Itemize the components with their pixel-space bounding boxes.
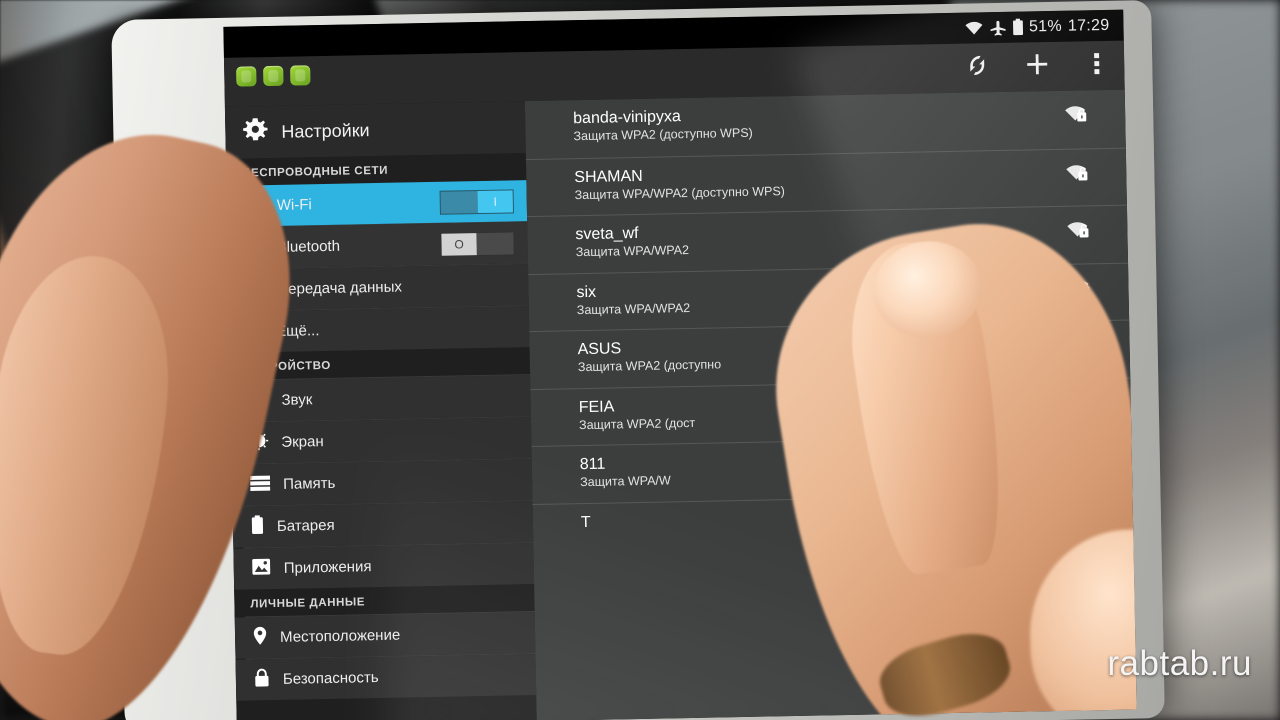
tablet-device: 51% 17:29 Настройки БЕСПРОВОДНЫЕ СЕТИ Wi…: [111, 0, 1165, 720]
wifi-lock-icon: [1067, 333, 1094, 360]
bluetooth-toggle-knob: O: [441, 232, 477, 256]
wifi-lock-icon: [1063, 102, 1090, 129]
app-icon: [290, 65, 311, 86]
more-vertical-icon: [1094, 51, 1101, 80]
status-bar-clock: 17:29: [1067, 16, 1110, 35]
sound-icon: [248, 390, 268, 411]
bluetooth-toggle[interactable]: O: [440, 230, 515, 257]
battery-icon: [1012, 18, 1023, 36]
sidebar-item-location[interactable]: Местоположение: [234, 612, 536, 659]
notification-app-icons: [236, 65, 311, 87]
wps-icon: [965, 53, 990, 82]
display-icon: [249, 431, 269, 454]
settings-content: Настройки БЕСПРОВОДНЫЕ СЕТИ Wi-Fi I Blue…: [224, 89, 1137, 720]
lock-icon: [254, 668, 270, 691]
sidebar-item-security[interactable]: Безопасность: [235, 654, 537, 701]
battery-icon: [251, 515, 264, 538]
tablet-screen[interactable]: 51% 17:29 Настройки БЕСПРОВОДНЫЕ СЕТИ Wi…: [223, 9, 1137, 720]
sidebar-item-bluetooth[interactable]: Bluetooth O: [227, 222, 528, 269]
wifi-network-row[interactable]: T: [532, 492, 1134, 562]
android-app-icon: [236, 66, 257, 87]
storage-icon: [249, 475, 271, 495]
sidebar-item-label: Ещё...: [276, 322, 320, 340]
sidebar-item-apps[interactable]: Приложения: [233, 543, 535, 590]
wifi-lock-icon: [1070, 448, 1097, 475]
wifi-toggle[interactable]: I: [439, 188, 514, 215]
wifi-toggle-knob: I: [477, 189, 513, 213]
battery-level: 51%: [1028, 17, 1063, 35]
sidebar-item-label: Bluetooth: [276, 237, 341, 256]
sidebar-item-label: Память: [282, 474, 336, 493]
sidebar-item-data-usage[interactable]: Передача данных: [228, 264, 529, 311]
sidebar-item-label: Передача данных: [277, 278, 403, 298]
watermark: rabtab.ru: [1107, 644, 1252, 683]
app-icon: [263, 65, 284, 87]
apps-icon: [252, 558, 271, 579]
wifi-lock-icon: [1069, 391, 1096, 418]
wifi-lock-icon: [1064, 161, 1091, 188]
sidebar-item-label: Wi-Fi: [276, 196, 312, 214]
wifi-network-list[interactable]: banda-vinipyxa Защита WPA2 (доступно WPS…: [524, 89, 1137, 720]
wifi-lock-icon: [1065, 218, 1092, 245]
location-pin-icon: [253, 626, 267, 649]
page-title-label: Настройки: [281, 119, 370, 142]
front-camera: [190, 403, 200, 413]
sidebar-item-wifi[interactable]: Wi-Fi I: [226, 180, 528, 227]
sidebar-item-battery[interactable]: Батарея: [232, 501, 534, 548]
settings-sidebar: Настройки БЕСПРОВОДНЫЕ СЕТИ Wi-Fi I Blue…: [224, 101, 537, 720]
gear-icon: [241, 116, 270, 150]
data-usage-icon: [246, 279, 264, 301]
photo-scene: 51% 17:29 Настройки БЕСПРОВОДНЫЕ СЕТИ Wi…: [0, 0, 1280, 720]
wifi-lock-icon: [1071, 506, 1098, 533]
overflow-menu-button[interactable]: [1080, 48, 1115, 83]
airplane-mode-icon: [989, 19, 1006, 36]
sidebar-item-more[interactable]: Ещё...: [228, 306, 530, 353]
bluetooth-icon: [245, 237, 263, 259]
wifi-ssid: T: [580, 513, 591, 531]
page-title: Настройки: [224, 101, 526, 159]
sidebar-item-label: Местоположение: [279, 626, 401, 646]
add-network-button[interactable]: [1020, 49, 1055, 84]
sidebar-item-display[interactable]: Экран: [230, 417, 532, 464]
sidebar-item-label: Безопасность: [282, 669, 379, 688]
wifi-icon: [245, 196, 264, 215]
plus-icon: [1024, 51, 1051, 82]
wifi-icon: [964, 20, 983, 35]
sidebar-item-sound[interactable]: Звук: [230, 375, 531, 422]
sidebar-item-label: Батарея: [276, 516, 335, 535]
wifi-lock-icon: [1066, 276, 1093, 303]
wps-scan-button[interactable]: [960, 51, 995, 86]
sidebar-item-label: Экран: [281, 433, 324, 451]
sidebar-item-label: Звук: [281, 391, 313, 409]
sidebar-item-label: Приложения: [283, 558, 372, 577]
sidebar-item-storage[interactable]: Память: [231, 459, 533, 506]
